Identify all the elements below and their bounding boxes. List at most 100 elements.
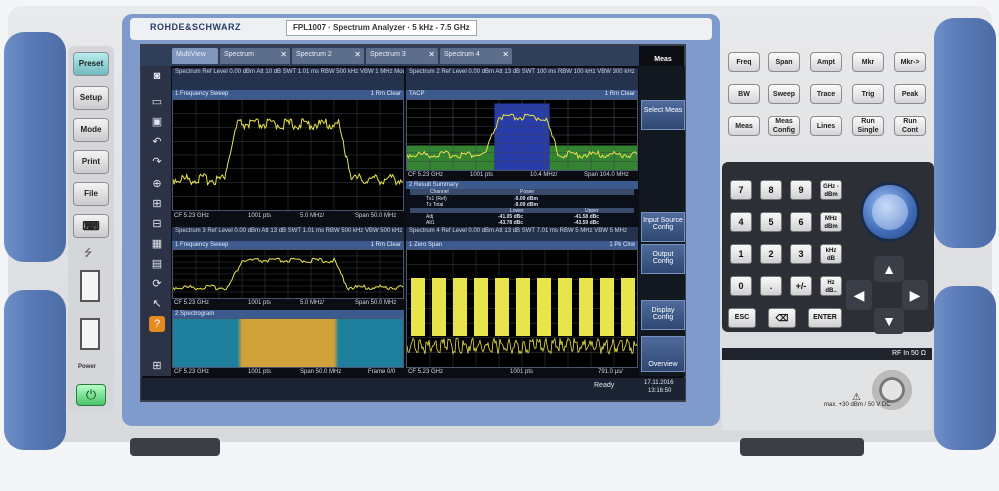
key-9[interactable]: 9 (790, 180, 812, 200)
freq-key[interactable]: Freq (728, 52, 760, 72)
arrow-down-icon[interactable]: ▼ (874, 308, 904, 334)
key-5[interactable]: 5 (760, 212, 782, 232)
setup-button[interactable]: Setup (73, 86, 109, 110)
overview-label: Overview (648, 361, 678, 368)
center-frequency: CF 5.23 GHz (408, 172, 444, 178)
windows-icon[interactable]: ⊞ (149, 358, 165, 374)
spectrum-plot-1[interactable] (172, 99, 404, 211)
power-button[interactable]: ⏻ (76, 384, 106, 406)
run-single-key[interactable]: Run Single (852, 116, 884, 136)
esc-key[interactable]: ESC (728, 308, 756, 328)
key-3[interactable]: 3 (790, 244, 812, 264)
display-config-softkey[interactable]: Display Config (641, 300, 685, 330)
key-ghz[interactable]: GHz -dBm (820, 180, 842, 200)
zero-span-plot[interactable] (406, 249, 638, 368)
usb-port-2[interactable] (80, 318, 100, 350)
folder-icon[interactable]: ▭ (149, 94, 165, 110)
sequencer-icon[interactable]: ⟳ (149, 276, 165, 292)
burst-envelope (432, 278, 446, 336)
trace-key[interactable]: Trace (810, 84, 842, 104)
help-icon[interactable]: ? (149, 316, 165, 332)
knob-cap (872, 194, 908, 230)
mode-button[interactable]: Mode (73, 118, 109, 142)
key-dot[interactable]: . (760, 276, 782, 296)
preset-button[interactable]: Preset (73, 52, 109, 76)
key-sign[interactable]: +/- (790, 276, 812, 296)
sweep-points: 1001 pts (510, 369, 534, 375)
close-icon[interactable]: ✕ (280, 50, 287, 59)
meas-config-key[interactable]: Meas Config (768, 116, 800, 136)
tab-spectrum-3[interactable]: Spectrum 3 ✕ (366, 48, 438, 64)
mkr-key[interactable]: Mkr (852, 52, 884, 72)
spectrum-plot-3[interactable] (172, 249, 404, 299)
display-icon[interactable]: ▤ (149, 256, 165, 272)
pane-title: 1 Frequency Sweep 1 Rm Clear (172, 241, 404, 249)
burst-envelope (411, 278, 425, 336)
print-button[interactable]: Print (73, 150, 109, 174)
key-hz[interactable]: Hz dB.. (820, 276, 842, 296)
close-icon[interactable]: ✕ (502, 50, 509, 59)
key-6[interactable]: 6 (790, 212, 812, 232)
help-pointer-icon[interactable]: ↖ (149, 296, 165, 312)
bw-key[interactable]: BW (728, 84, 760, 104)
key-2[interactable]: 2 (760, 244, 782, 264)
key-0[interactable]: 0 (730, 276, 752, 296)
key-8[interactable]: 8 (760, 180, 782, 200)
center-frequency: CF 5.23 GHz (174, 369, 210, 375)
tab-spectrum-4[interactable]: Spectrum 4 ✕ (440, 48, 512, 64)
input-source-config-softkey[interactable]: Input Source Config (641, 212, 685, 242)
table-cell: -43.78 dBc (498, 220, 524, 226)
burst-envelope (495, 278, 509, 336)
acp-plot[interactable] (406, 99, 638, 171)
arrow-right-icon[interactable]: ▶ (902, 280, 928, 310)
redo-icon[interactable]: ↷ (149, 154, 165, 170)
tab-multiview[interactable]: MultiView (172, 48, 218, 64)
enter-key[interactable]: ENTER (808, 308, 842, 328)
sweep-points: 1001 pts (248, 369, 272, 375)
sweep-key[interactable]: Sweep (768, 84, 800, 104)
mkr-to-key[interactable]: Mkr-> (894, 52, 926, 72)
span-key[interactable]: Span (768, 52, 800, 72)
overview-softkey[interactable]: Overview (641, 336, 685, 372)
close-icon[interactable]: ✕ (354, 50, 361, 59)
pane-title: 1 Frequency Sweep 1 Rm Clear (172, 90, 404, 99)
meas-key[interactable]: Meas (728, 116, 760, 136)
left-bumper (4, 32, 66, 262)
zoom-icon[interactable]: ⊕ (149, 176, 165, 192)
save-icon[interactable]: ▣ (149, 114, 165, 130)
arrow-left-icon[interactable]: ◀ (846, 280, 872, 310)
spectrogram[interactable] (172, 318, 404, 368)
close-icon[interactable]: ✕ (428, 50, 435, 59)
tab-spectrum-2[interactable]: Spectrum 2 ✕ (292, 48, 364, 64)
output-config-softkey[interactable]: Output Config (641, 244, 685, 274)
zoom-off-icon[interactable]: ⊟ (149, 216, 165, 232)
key-mhz[interactable]: MHz dBm (820, 212, 842, 232)
key-7[interactable]: 7 (730, 180, 752, 200)
keyboard-button[interactable]: ⌨ (73, 214, 109, 238)
trace-mode: 1 Rm Clear (370, 91, 401, 97)
backspace-key[interactable]: ⌫ (768, 308, 796, 328)
pane-header: Spectrum 3 Ref Level 0.00 dBm Att 13 dB … (172, 227, 404, 241)
pane-title-text: TACP (409, 91, 425, 97)
trig-key[interactable]: Trig (852, 84, 884, 104)
zoom-area-icon[interactable]: ⊞ (149, 196, 165, 212)
key-khz[interactable]: kHz dB (820, 244, 842, 264)
tab-spectrum[interactable]: Spectrum ✕ (220, 48, 290, 64)
ampt-key[interactable]: Ampt (810, 52, 842, 72)
pane-header: Spectrum 4 Ref Level 0.00 dBm Att 13 dB … (406, 227, 638, 241)
grid-icon[interactable]: ▦ (149, 236, 165, 252)
arrow-up-icon[interactable]: ▲ (874, 256, 904, 282)
camera-icon[interactable]: ◙ (149, 68, 165, 84)
peak-key[interactable]: Peak (894, 84, 926, 104)
span-value: Span 104.0 MHz (584, 172, 629, 178)
tab-label: Spectrum (224, 51, 254, 58)
run-cont-key[interactable]: Run Cont (894, 116, 926, 136)
key-1[interactable]: 1 (730, 244, 752, 264)
key-4[interactable]: 4 (730, 212, 752, 232)
select-meas-softkey[interactable]: Select Meas (641, 100, 685, 130)
usb-port-1[interactable] (80, 270, 100, 302)
undo-icon[interactable]: ↶ (149, 134, 165, 150)
lines-key[interactable]: Lines (810, 116, 842, 136)
file-button[interactable]: File (73, 182, 109, 206)
table-cell: Alt1 (426, 220, 435, 226)
